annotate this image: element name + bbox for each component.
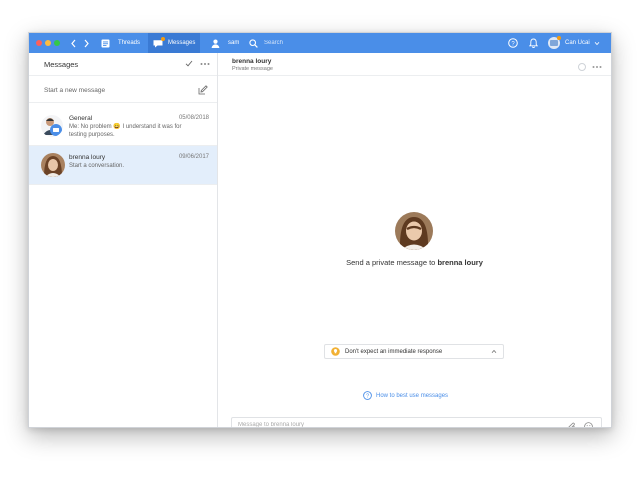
conversation-date: 05/08/2018 — [178, 115, 209, 121]
more-options-icon[interactable] — [592, 65, 602, 69]
bell-icon — [529, 38, 538, 48]
zoom-window-button[interactable] — [54, 40, 60, 46]
conversation-name: brenna loury — [69, 154, 106, 161]
title-bar: Threads Messages sam Search ? Can Ucai — [29, 33, 611, 53]
message-composer — [231, 417, 602, 428]
user-icon — [211, 39, 220, 48]
unread-badge — [161, 36, 165, 41]
conversation-preview: Me: No problem 😄 I understand it was for… — [69, 124, 182, 138]
nav-threads[interactable]: Threads — [99, 33, 146, 53]
forward-button[interactable] — [83, 33, 90, 53]
messages-icon — [153, 36, 165, 48]
new-message-button[interactable]: Start a new message — [29, 76, 217, 103]
conversation-sidebar: Messages Start a new message General 05/… — [29, 53, 218, 427]
conversation-name: General — [69, 115, 93, 122]
account-menu[interactable]: Can Ucai — [548, 33, 600, 53]
nav-messages[interactable]: Messages — [148, 33, 201, 53]
chevron-left-icon — [71, 39, 76, 47]
app-window: Threads Messages sam Search ? Can Ucai M… — [28, 32, 612, 428]
emoji-icon[interactable] — [584, 422, 593, 428]
help-button[interactable]: ? — [508, 33, 518, 53]
attachment-icon[interactable] — [568, 422, 576, 428]
account-avatar — [548, 36, 561, 49]
minimize-window-button[interactable] — [45, 40, 51, 46]
svg-text:?: ? — [366, 394, 369, 400]
conversation-subtitle: Private message — [232, 66, 273, 72]
search-field[interactable]: Search — [249, 33, 283, 53]
chevron-right-icon — [84, 39, 89, 47]
chevron-down-icon — [594, 41, 599, 45]
brenna-avatar — [41, 153, 65, 177]
conversation-pane: brenna loury Private message Send a priv… — [218, 53, 611, 427]
new-message-label: Start a new message — [44, 87, 106, 94]
prompt-recipient-name: brenna loury — [437, 258, 483, 267]
lightbulb-icon — [331, 347, 340, 356]
back-button[interactable] — [70, 33, 77, 53]
sidebar-header: Messages — [29, 53, 217, 76]
help-link-label: How to best use messages — [376, 392, 449, 399]
account-name: Can Ucai — [565, 40, 590, 46]
nav-profile-label: sam — [228, 40, 240, 46]
expectation-label: Don't expect an immediate response — [345, 348, 443, 355]
threads-icon — [101, 39, 110, 47]
conversation-header: brenna loury Private message — [218, 53, 611, 76]
notifications-button[interactable] — [529, 33, 538, 53]
question-circle-icon: ? — [363, 391, 372, 400]
prompt-text: Send a private message to — [346, 258, 438, 267]
search-icon — [249, 38, 258, 48]
status-indicator — [578, 63, 586, 71]
group-avatar — [41, 115, 63, 137]
mark-all-read-icon[interactable] — [185, 60, 193, 67]
more-options-icon[interactable] — [200, 62, 210, 66]
conversation-date: 09/06/2017 — [178, 154, 209, 160]
close-window-button[interactable] — [36, 40, 42, 46]
conversation-title: brenna loury — [232, 58, 272, 65]
response-expectation-notice[interactable]: Don't expect an immediate response — [324, 344, 504, 359]
chevron-up-icon[interactable] — [491, 349, 497, 354]
conversation-item-brenna-loury[interactable]: brenna loury 09/06/2017 Start a conversa… — [29, 146, 217, 185]
nav-messages-label: Messages — [168, 40, 196, 46]
help-link[interactable]: ? How to best use messages — [363, 391, 448, 400]
search-placeholder: Search — [264, 40, 284, 46]
conversation-item-general[interactable]: General 05/08/2018 Me: No problem 😄 I un… — [29, 107, 217, 146]
sidebar-title: Messages — [44, 60, 79, 69]
nav-profile[interactable]: sam — [207, 33, 243, 53]
help-icon: ? — [508, 38, 518, 48]
nav-threads-label: Threads — [118, 40, 141, 46]
compose-icon — [198, 85, 208, 95]
message-input[interactable] — [238, 422, 538, 427]
empty-state-prompt: Send a private message to brenna loury — [218, 258, 611, 267]
recipient-avatar — [395, 212, 433, 250]
conversation-preview: Start a conversation. — [69, 163, 125, 169]
